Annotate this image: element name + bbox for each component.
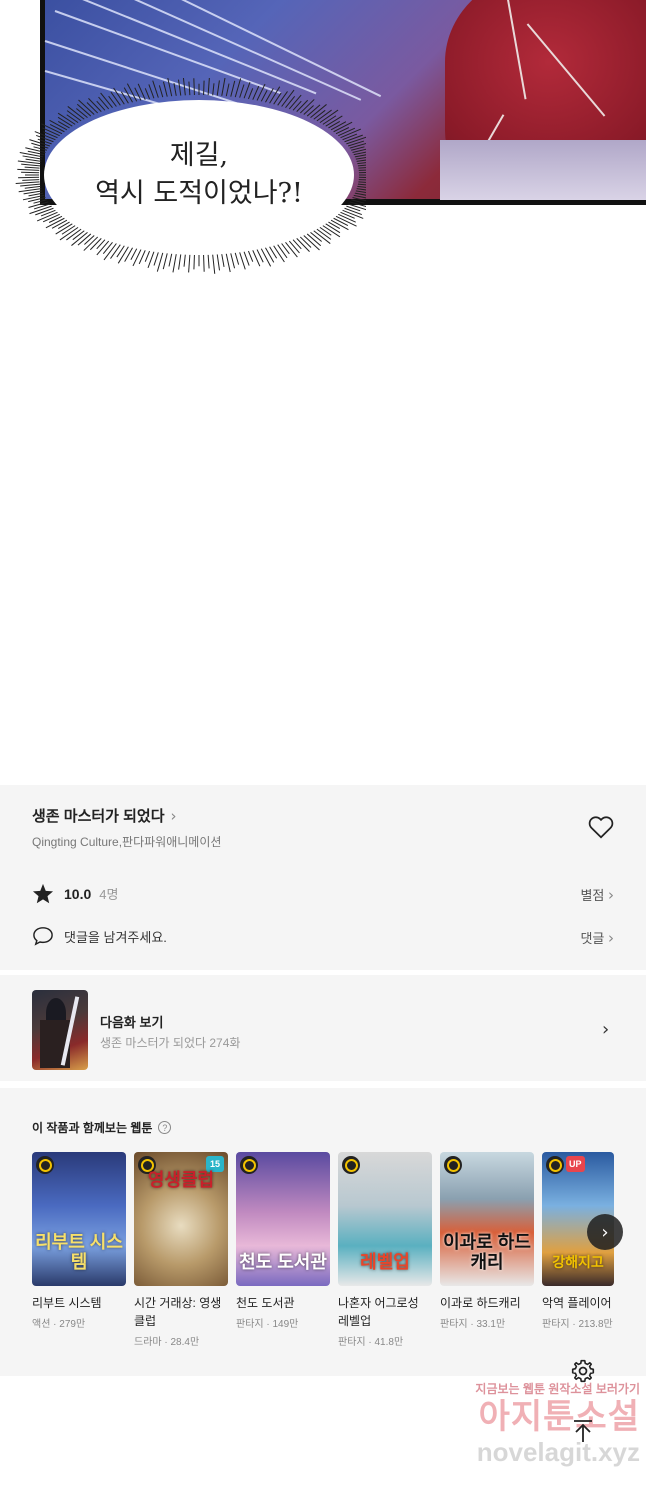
- heart-outline-icon[interactable]: [588, 815, 614, 839]
- rating-row: 10.0 4명: [32, 883, 118, 904]
- bubble-line-1: 제길,: [169, 140, 229, 171]
- rec-cover-text: 영생클럽: [147, 1170, 215, 1190]
- rec-cover-text: 천도 도서관: [239, 1252, 327, 1272]
- rating-link-label: 별점: [580, 888, 605, 903]
- next-episode-card[interactable]: 다음화 보기 생존 마스터가 되었다 274화 ›: [0, 975, 646, 1081]
- rec-cover: 이과로 하드캐리: [440, 1152, 534, 1286]
- series-authors: Qingting Culture,판다파워애니메이션: [32, 835, 222, 849]
- clock-badge-icon: [36, 1156, 54, 1174]
- rec-card[interactable]: 리부트 시스템 리부트 시스템 액션 · 279만: [32, 1152, 126, 1330]
- rec-meta: 판타지 · 149만: [236, 1319, 299, 1330]
- recommendations-section: 이 작품과 함께보는 웹툰 ? 리부트 시스템 리부트 시스템 액션 · 279…: [0, 1088, 646, 1376]
- watermark-line-2: 아지툰소설: [478, 1398, 640, 1436]
- update-badge: UP: [566, 1156, 585, 1172]
- watermark-line-1: 지금보는 웹툰 원작소설 보러가기: [475, 1382, 640, 1396]
- recommendations-heading: 이 작품과 함께보는 웹툰 ?: [32, 1119, 172, 1136]
- series-info-section: 생존 마스터가 되었다 › Qingting Culture,판다파워애니메이션…: [0, 785, 646, 970]
- rec-cover: 레벨업: [338, 1152, 432, 1286]
- rec-title: 천도 도서관: [236, 1296, 295, 1310]
- rating-count: 4명: [99, 887, 119, 902]
- comment-input[interactable]: 댓글을 남겨주세요.: [32, 926, 167, 946]
- next-episode-thumbnail: [32, 990, 88, 1070]
- comment-placeholder: 댓글을 남겨주세요.: [64, 929, 167, 945]
- rec-card[interactable]: 이과로 하드캐리 이과로 하드캐리 판타지 · 33.1만: [440, 1152, 534, 1330]
- star-icon: [32, 883, 54, 904]
- rec-cover: 리부트 시스템: [32, 1152, 126, 1286]
- rec-title: 이과로 하드캐리: [440, 1296, 521, 1310]
- rec-meta: 판타지 · 213.8만: [542, 1319, 613, 1330]
- rec-cover: 천도 도서관: [236, 1152, 330, 1286]
- rec-meta: 판타지 · 33.1만: [440, 1319, 506, 1330]
- comment-link[interactable]: 댓글 ›: [580, 928, 614, 947]
- rec-cover-text: 레벨업: [360, 1252, 410, 1272]
- next-episode-label: 다음화 보기: [100, 1015, 164, 1030]
- speech-bubble: 제길, 역시 도적이었나?!: [6, 78, 366, 288]
- clock-badge-icon: [240, 1156, 258, 1174]
- rec-cover: 15 영생클럽: [134, 1152, 228, 1286]
- comic-panel: 제길, 역시 도적이었나?!: [0, 0, 646, 290]
- rec-card[interactable]: 15 영생클럽 시간 거래상: 영생클럽 드라마 · 28.4만: [134, 1152, 228, 1348]
- rating-link[interactable]: 별점 ›: [580, 885, 614, 904]
- rec-title: 나혼자 어그로성 레벨업: [338, 1296, 419, 1328]
- bubble-line-2: 역시 도적이었나?!: [95, 178, 303, 209]
- rec-cover-text: 이과로 하드캐리: [443, 1232, 531, 1272]
- rec-title: 악역 플레이어 강해지고 싶다: [542, 1296, 614, 1310]
- series-title-link[interactable]: 생존 마스터가 되었다 ›: [32, 805, 177, 826]
- rating-value: 10.0: [64, 885, 92, 902]
- rec-meta: 액션 · 279만: [32, 1319, 86, 1330]
- chevron-right-icon: ›: [608, 929, 614, 947]
- chevron-right-icon: ›: [608, 886, 614, 904]
- clock-badge-icon: [342, 1156, 360, 1174]
- clock-badge-icon: [444, 1156, 462, 1174]
- clock-badge-icon: [546, 1156, 564, 1174]
- arrow-up-icon[interactable]: [566, 1414, 600, 1448]
- rec-meta: 판타지 · 41.8만: [338, 1337, 404, 1348]
- chevron-right-icon: ›: [170, 806, 177, 825]
- series-title: 생존 마스터가 되었다: [32, 808, 165, 825]
- help-icon[interactable]: ?: [158, 1121, 172, 1134]
- rec-title: 리부트 시스템: [32, 1296, 102, 1310]
- watermark-line-3: novelagit.xyz: [476, 1437, 640, 1467]
- comment-link-label: 댓글: [580, 931, 605, 946]
- recommendations-title: 이 작품과 함께보는 웹툰: [32, 1121, 153, 1135]
- chevron-right-icon[interactable]: ›: [587, 1214, 623, 1250]
- rec-title: 시간 거래상: 영생클럽: [134, 1296, 222, 1328]
- rec-meta: 드라마 · 28.4만: [134, 1337, 200, 1348]
- rec-cover-text: 리부트 시스템: [35, 1232, 123, 1272]
- rec-card[interactable]: 레벨업 나혼자 어그로성 레벨업 판타지 · 41.8만: [338, 1152, 432, 1348]
- next-episode-subtitle: 생존 마스터가 되었다 274화: [100, 1036, 241, 1050]
- chevron-right-icon: ›: [602, 1019, 610, 1040]
- speech-bubble-icon: [33, 927, 53, 946]
- rec-cover-text: 강해지고: [552, 1254, 604, 1270]
- watermark: 지금보는 웹툰 원작소설 보러가기 아지툰소설 novelagit.xyz: [440, 1380, 640, 1480]
- rec-card[interactable]: 천도 도서관 천도 도서관 판타지 · 149만: [236, 1152, 330, 1330]
